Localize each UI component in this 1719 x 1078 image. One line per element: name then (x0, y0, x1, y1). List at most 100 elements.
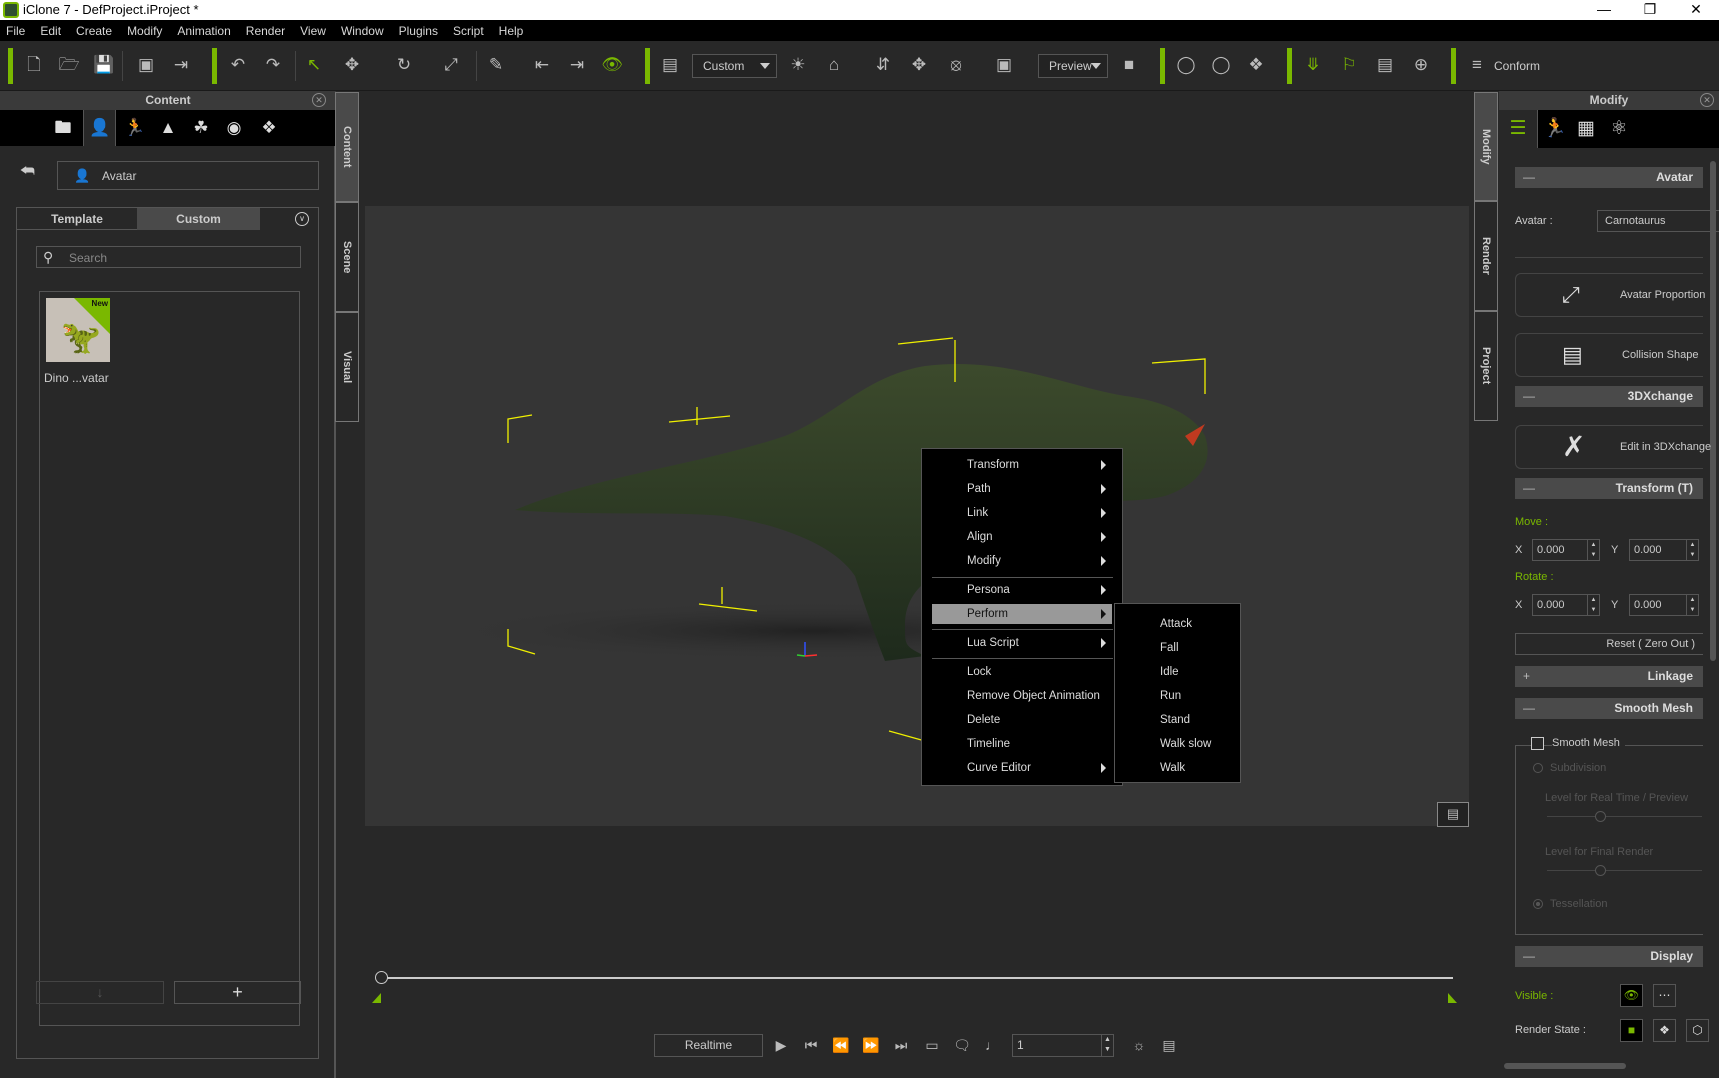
vertical-scrollbar[interactable] (1710, 161, 1716, 661)
spinner[interactable]: ▲ ▼ (1587, 540, 1599, 560)
rotate-x-input[interactable]: 0.000 ▲ ▼ (1532, 594, 1600, 616)
brightness-icon[interactable]: ☼ (1129, 1035, 1149, 1055)
sliders-icon[interactable]: ☰ (1505, 117, 1531, 141)
menu-edit[interactable]: Edit (40, 24, 61, 38)
submenu-item-attack[interactable]: Attack (1160, 618, 1192, 630)
move-icon[interactable]: ✥ (340, 53, 364, 77)
add-button[interactable]: + (174, 981, 301, 1004)
visibility-eye-icon[interactable]: 👁 (600, 53, 624, 77)
side-tab-project[interactable]: Project (1474, 311, 1498, 421)
redo-icon[interactable]: ↷ (261, 53, 285, 77)
library-item-thumbnail[interactable]: 🦖 New (46, 298, 110, 362)
menu-script[interactable]: Script (453, 24, 484, 38)
package-icon[interactable]: ❖ (257, 116, 281, 140)
chevron-down-circle-icon[interactable]: ∨ (295, 212, 309, 226)
export-icon[interactable]: ⇥ (169, 53, 193, 77)
menu-item-link[interactable]: Link (932, 503, 1112, 523)
submenu-item-stand[interactable]: Stand (1160, 714, 1190, 726)
conform-button[interactable]: Conform (1494, 59, 1540, 73)
music-note-icon[interactable]: ♩ (982, 1035, 1002, 1055)
menu-item-remove-object-animation[interactable]: Remove Object Animation (932, 686, 1112, 706)
previous-frame-icon[interactable]: ⏪ (831, 1035, 851, 1055)
smooth-mesh-checkbox[interactable] (1531, 737, 1544, 750)
timeline-track[interactable] (381, 977, 1453, 979)
camera-orbit-icon[interactable]: ⦻ (944, 53, 968, 77)
fit-all-icon[interactable]: ✥ (907, 53, 931, 77)
next-frame-icon[interactable]: ⏩ (861, 1035, 881, 1055)
playback-mode-button[interactable]: Realtime (654, 1034, 763, 1057)
visible-eye-toggle[interactable]: 👁 (1620, 984, 1643, 1007)
menu-item-transform[interactable]: Transform (932, 455, 1112, 475)
submenu-item-idle[interactable]: Idle (1160, 666, 1179, 678)
submenu-item-fall[interactable]: Fall (1160, 642, 1179, 654)
side-tab-content[interactable]: Content (335, 92, 359, 202)
bone-edit-icon[interactable]: ◯ (1174, 53, 1198, 77)
stage-icon[interactable]: ▲ (156, 116, 180, 140)
section-display-header[interactable]: — Display (1515, 946, 1703, 967)
conform-icon[interactable]: ≡ (1465, 53, 1489, 77)
render-mode-dropdown[interactable]: Preview (1038, 54, 1108, 78)
menu-item-modify[interactable]: Modify (932, 551, 1112, 571)
rotate-y-input[interactable]: 0.000 ▲ ▼ (1629, 594, 1699, 616)
menu-plugins[interactable]: Plugins (399, 24, 438, 38)
level-final-slider[interactable] (1547, 870, 1702, 871)
section-avatar-header[interactable]: — Avatar (1515, 167, 1703, 188)
menu-file[interactable]: File (6, 24, 25, 38)
avatar-name-field[interactable]: Carnotaurus (1597, 210, 1719, 232)
render-shaded-toggle[interactable]: ❖ (1653, 1019, 1676, 1042)
reset-zero-out-button[interactable]: Reset ( Zero Out ) (1515, 633, 1703, 655)
align-right-icon[interactable]: ⇥ (565, 53, 589, 77)
menu-item-persona[interactable]: Persona (932, 580, 1112, 600)
menu-help[interactable]: Help (499, 24, 524, 38)
select-arrow-icon[interactable]: ↖ (302, 53, 326, 77)
flag-icon[interactable]: ⚐ (1337, 53, 1361, 77)
menu-animation[interactable]: Animation (177, 24, 230, 38)
menu-view[interactable]: View (300, 24, 326, 38)
frame-number-input[interactable]: 1 ▲ ▼ (1012, 1034, 1114, 1057)
menu-window[interactable]: Window (341, 24, 384, 38)
new-file-icon[interactable]: 🗋 (22, 53, 46, 77)
back-icon[interactable]: ⮪ (20, 163, 35, 181)
avatar-icon[interactable]: 👤 (88, 116, 112, 140)
hidden-eye-toggle[interactable]: ⋯ (1653, 984, 1676, 1007)
spinner[interactable]: ▲ ▼ (1686, 540, 1698, 560)
prop-icon[interactable]: ☘ (189, 116, 213, 140)
side-tab-modify[interactable]: Modify (1474, 92, 1498, 201)
menu-item-delete[interactable]: Delete (932, 710, 1112, 730)
media-reel-icon[interactable]: ◉ (222, 116, 246, 140)
cubes-icon[interactable]: ❖ (1244, 53, 1268, 77)
save-icon[interactable]: 💾 (92, 53, 116, 77)
submenu-item-walk[interactable]: Walk (1160, 762, 1185, 774)
frame-object-icon[interactable]: ▣ (992, 53, 1016, 77)
search-input[interactable]: ⚲ Search (36, 246, 301, 268)
move-y-input[interactable]: 0.000 ▲ ▼ (1629, 539, 1699, 561)
tab-custom[interactable]: Custom (137, 208, 260, 230)
frame-spinner[interactable]: ▲ ▼ (1101, 1035, 1113, 1056)
go-to-start-icon[interactable]: ⏮ (801, 1035, 821, 1055)
link-icon[interactable]: ✎ (484, 53, 508, 77)
submenu-item-run[interactable]: Run (1160, 690, 1181, 702)
spinner[interactable]: ▲ ▼ (1686, 595, 1698, 615)
menu-render[interactable]: Render (246, 24, 285, 38)
loop-icon[interactable]: ▭ (922, 1035, 942, 1055)
menu-item-path[interactable]: Path (932, 479, 1112, 499)
side-tab-render[interactable]: Render (1474, 201, 1498, 311)
video-camera-icon[interactable]: ■ (1117, 53, 1141, 77)
rotate-icon[interactable]: ↻ (392, 53, 416, 77)
menu-item-timeline[interactable]: Timeline (932, 734, 1112, 754)
preview-window-icon[interactable]: ▣ (134, 53, 158, 77)
layout-icon[interactable]: ▤ (658, 53, 682, 77)
section-smooth-mesh-header[interactable]: — Smooth Mesh (1515, 698, 1703, 719)
collision-shape-button[interactable]: ▤ Collision Shape (1515, 333, 1703, 377)
menu-item-lock[interactable]: Lock (932, 662, 1112, 682)
side-tab-scene[interactable]: Scene (335, 202, 359, 312)
go-to-end-icon[interactable]: ⏭ (891, 1035, 911, 1055)
render-solid-toggle[interactable]: ■ (1620, 1019, 1643, 1042)
view-preset-dropdown[interactable]: Custom (692, 54, 777, 78)
close-icon[interactable]: ✕ (312, 93, 326, 107)
home-icon[interactable]: ⌂ (822, 53, 846, 77)
motion-puppet-icon[interactable]: ⤋ (1301, 53, 1325, 77)
section-linkage-header[interactable]: + Linkage (1515, 666, 1703, 687)
atom-physics-icon[interactable]: ⚛ (1606, 117, 1632, 141)
timeline-playhead[interactable] (375, 971, 388, 984)
